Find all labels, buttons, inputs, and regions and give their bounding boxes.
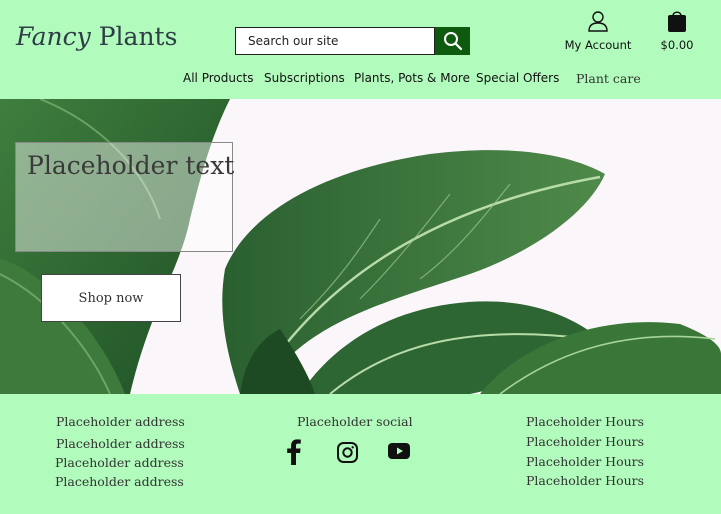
address-line-1: Placeholder address: [56, 414, 185, 429]
cart-link[interactable]: $0.00: [656, 9, 698, 52]
site-header: Fancy Plants My Account $0.00 All Produc…: [0, 0, 721, 99]
instagram-icon[interactable]: [337, 442, 358, 463]
address-line-2: Placeholder address: [56, 436, 185, 451]
site-footer: Placeholder address Placeholder address …: [0, 394, 721, 514]
user-icon: [588, 11, 608, 32]
my-account-label: My Account: [564, 38, 632, 52]
hours-line-2: Placeholder Hours: [526, 434, 645, 449]
hours-line-3: Placeholder Hours: [526, 454, 645, 469]
logo-word-plants: Plants: [98, 22, 178, 51]
hours-line-1: Placeholder Hours: [526, 414, 645, 429]
nav-plants-pots-more[interactable]: Plants, Pots & More: [354, 71, 470, 85]
youtube-icon[interactable]: [388, 443, 410, 459]
nav-special-offers[interactable]: Special Offers: [476, 71, 559, 85]
shop-now-button[interactable]: Shop now: [41, 274, 181, 322]
site-logo[interactable]: Fancy Plants: [16, 22, 177, 51]
shopping-bag-icon: [668, 11, 686, 32]
logo-word-fancy: Fancy: [16, 22, 91, 51]
search-icon: [443, 32, 462, 51]
hero-banner: Placeholder text Shop now: [0, 99, 721, 394]
social-title: Placeholder social: [297, 414, 413, 429]
nav-all-products[interactable]: All Products: [183, 71, 254, 85]
search-bar: [235, 27, 470, 55]
hero-text-box: Placeholder text: [15, 142, 235, 252]
facebook-icon[interactable]: [287, 439, 301, 465]
address-line-4: Placeholder address: [55, 474, 184, 489]
address-line-3: Placeholder address: [55, 455, 184, 470]
search-button[interactable]: [435, 27, 470, 55]
hero-placeholder-text: Placeholder text: [27, 151, 235, 180]
my-account-link[interactable]: My Account: [562, 10, 634, 52]
search-input[interactable]: [235, 27, 435, 55]
hours-line-4: Placeholder Hours: [526, 473, 645, 488]
cart-total: $0.00: [660, 38, 694, 52]
nav-plant-care[interactable]: Plant care: [576, 71, 641, 86]
nav-subscriptions[interactable]: Subscriptions: [264, 71, 345, 85]
